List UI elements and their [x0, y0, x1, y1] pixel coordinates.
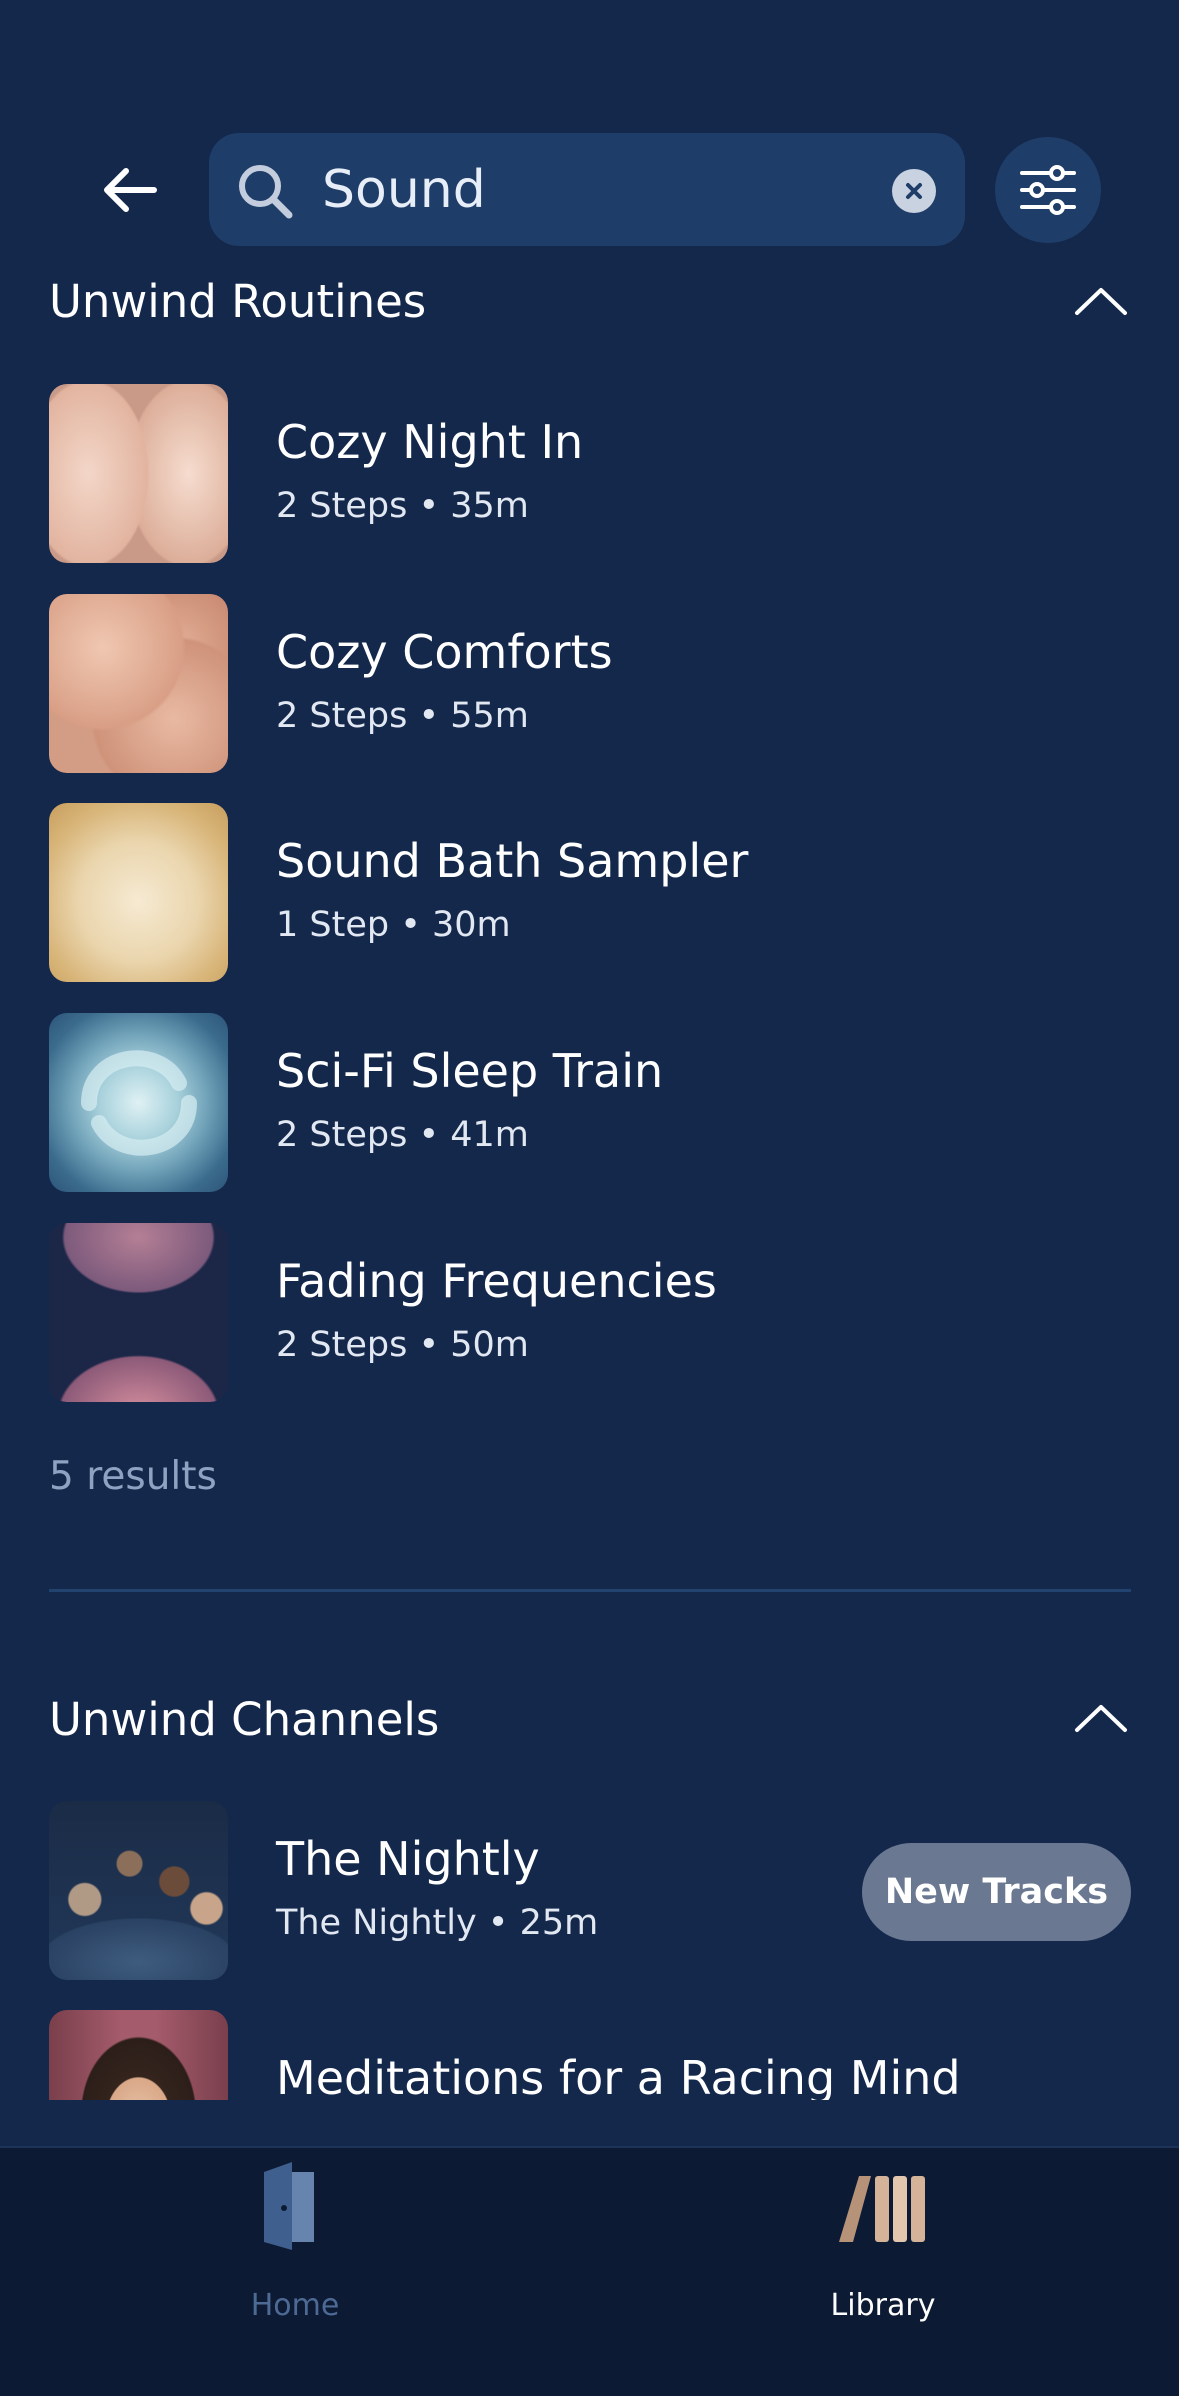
door-icon	[264, 2162, 314, 2250]
section-title-channels: Unwind Channels	[49, 1693, 440, 1746]
bottom-nav: Home Library	[0, 2146, 1179, 2396]
channel-thumbnail	[49, 2010, 228, 2100]
nav-library[interactable]: Library	[733, 2148, 1033, 2323]
routine-thumbnail	[49, 384, 228, 563]
search-icon	[239, 165, 293, 219]
item-title: Cozy Comforts	[276, 625, 613, 679]
search-results-screen: Sound Unwind Routines Cozy Night In 2 St…	[0, 0, 1179, 2396]
channel-thumbnail	[49, 1801, 228, 1980]
list-item[interactable]: Fading Frequencies 2 Steps • 50m	[49, 1223, 1129, 1403]
item-title: Sci-Fi Sleep Train	[276, 1044, 664, 1098]
results-count: 5 results	[49, 1454, 217, 1499]
chevron-up-icon	[1075, 1705, 1127, 1732]
item-subtitle: The Nightly • 25m	[276, 1903, 599, 1943]
item-title: Fading Frequencies	[276, 1254, 717, 1308]
chevron-up-icon	[1075, 288, 1127, 315]
close-icon	[906, 183, 922, 199]
routine-thumbnail	[49, 803, 228, 982]
item-subtitle: 2 Steps • 55m	[276, 696, 529, 736]
section-title-routines: Unwind Routines	[49, 275, 427, 328]
library-books-icon	[839, 2176, 925, 2242]
item-subtitle: 1 Step • 30m	[276, 905, 511, 945]
sliders-icon	[1020, 165, 1076, 215]
collapse-routines-button[interactable]	[1071, 283, 1131, 323]
routine-thumbnail	[49, 594, 228, 773]
item-title: Meditations for a Racing Mind	[276, 2051, 961, 2100]
routine-thumbnail	[49, 1223, 228, 1402]
swirl-graphic	[81, 1050, 197, 1156]
list-item[interactable]: Cozy Night In 2 Steps • 35m	[49, 384, 1129, 564]
list-item[interactable]: Sound Bath Sampler 1 Step • 30m	[49, 803, 1129, 983]
nav-library-label: Library	[830, 2288, 936, 2323]
list-item-clipped[interactable]: Meditations for a Racing Mind	[0, 2010, 1179, 2100]
arrow-left-icon	[104, 168, 157, 212]
search-field[interactable]: Sound	[209, 133, 965, 246]
back-button[interactable]	[92, 160, 168, 220]
item-subtitle: 2 Steps • 50m	[276, 1325, 529, 1365]
item-title: Cozy Night In	[276, 415, 584, 469]
nav-home-label: Home	[250, 2288, 340, 2323]
nav-home[interactable]: Home	[145, 2148, 445, 2323]
item-title: Sound Bath Sampler	[276, 834, 749, 888]
routine-thumbnail	[49, 1013, 228, 1192]
item-subtitle: 2 Steps • 35m	[276, 486, 529, 526]
clear-search-button[interactable]	[892, 169, 936, 213]
list-item[interactable]: Sci-Fi Sleep Train 2 Steps • 41m	[49, 1013, 1129, 1193]
list-item[interactable]: Cozy Comforts 2 Steps • 55m	[49, 594, 1129, 774]
item-subtitle: 2 Steps • 41m	[276, 1115, 529, 1155]
collapse-channels-button[interactable]	[1071, 1700, 1131, 1740]
new-tracks-badge[interactable]: New Tracks	[862, 1843, 1131, 1941]
filter-button[interactable]	[995, 137, 1101, 243]
item-title: The Nightly	[276, 1832, 540, 1886]
section-divider	[49, 1589, 1131, 1592]
search-input[interactable]: Sound	[322, 160, 486, 220]
